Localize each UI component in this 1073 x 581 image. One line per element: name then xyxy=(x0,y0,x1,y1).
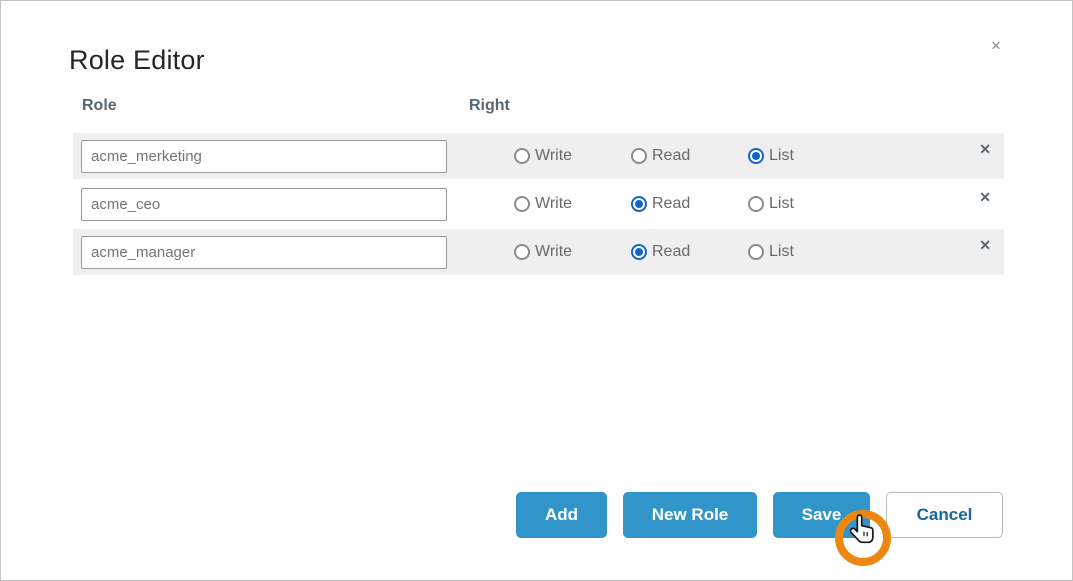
right-radio-group: Write Read List xyxy=(514,243,865,261)
radio-option-read[interactable]: Read xyxy=(631,243,748,261)
close-icon[interactable]: × xyxy=(987,37,1005,55)
delete-row-icon[interactable]: ✕ xyxy=(979,236,991,254)
radio-circle xyxy=(748,244,764,260)
radio-option-read[interactable]: Read xyxy=(631,195,748,213)
role-rows: Write Read List ✕ Write Read List ✕ Write Rea… xyxy=(73,133,1004,277)
radio-label: List xyxy=(769,195,794,213)
table-row: Write Read List ✕ xyxy=(73,181,1004,227)
save-button[interactable]: Save xyxy=(773,492,870,538)
dialog-title: Role Editor xyxy=(69,45,205,76)
radio-circle xyxy=(748,196,764,212)
right-radio-group: Write Read List xyxy=(514,195,865,213)
table-row: Write Read List ✕ xyxy=(73,133,1004,179)
radio-label: List xyxy=(769,243,794,261)
delete-row-icon[interactable]: ✕ xyxy=(979,140,991,158)
delete-row-icon[interactable]: ✕ xyxy=(979,188,991,206)
radio-label: Read xyxy=(652,243,690,261)
radio-option-list[interactable]: List xyxy=(748,147,865,165)
radio-option-write[interactable]: Write xyxy=(514,243,631,261)
radio-option-write[interactable]: Write xyxy=(514,147,631,165)
radio-circle xyxy=(514,148,530,164)
role-column-header: Role xyxy=(82,97,117,115)
right-radio-group: Write Read List xyxy=(514,147,865,165)
radio-option-read[interactable]: Read xyxy=(631,147,748,165)
table-row: Write Read List ✕ xyxy=(73,229,1004,275)
role-name-input[interactable] xyxy=(81,188,447,221)
radio-label: Write xyxy=(535,195,572,213)
radio-circle xyxy=(631,244,647,260)
radio-option-list[interactable]: List xyxy=(748,195,865,213)
radio-label: Write xyxy=(535,147,572,165)
radio-circle xyxy=(514,196,530,212)
radio-circle xyxy=(514,244,530,260)
radio-circle xyxy=(631,196,647,212)
role-editor-dialog: Role Editor × Role Right Write Read List ✕… xyxy=(1,1,1072,580)
footer-buttons: Add New Role Save Cancel xyxy=(516,492,1003,538)
radio-label: Write xyxy=(535,243,572,261)
add-button[interactable]: Add xyxy=(516,492,607,538)
cancel-button[interactable]: Cancel xyxy=(886,492,1003,538)
radio-option-list[interactable]: List xyxy=(748,243,865,261)
role-name-input[interactable] xyxy=(81,236,447,269)
radio-option-write[interactable]: Write xyxy=(514,195,631,213)
role-name-input[interactable] xyxy=(81,140,447,173)
new-role-button[interactable]: New Role xyxy=(623,492,757,538)
radio-label: Read xyxy=(652,147,690,165)
radio-label: Read xyxy=(652,195,690,213)
radio-circle xyxy=(748,148,764,164)
right-column-header: Right xyxy=(469,97,510,115)
radio-circle xyxy=(631,148,647,164)
radio-label: List xyxy=(769,147,794,165)
